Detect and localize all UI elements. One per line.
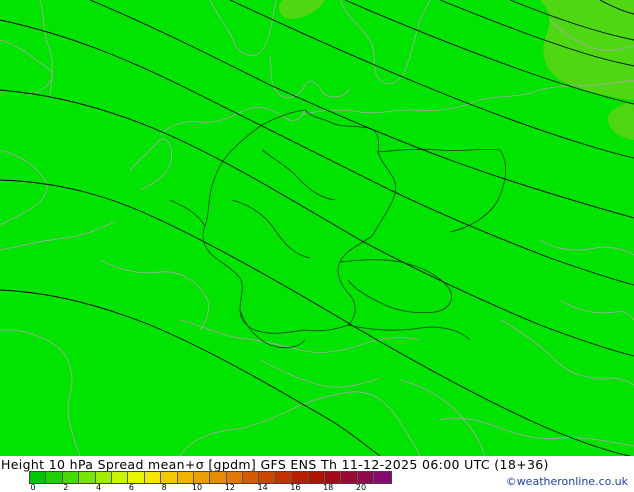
colorbar-swatch bbox=[292, 472, 309, 483]
colorbar-swatch bbox=[79, 472, 96, 483]
colorbar-swatch bbox=[210, 472, 227, 483]
credit-link[interactable]: ©weatheronline.co.uk bbox=[506, 475, 628, 488]
colorbar-tick-label: 0 bbox=[30, 483, 36, 492]
colorbar-tick-label: 2 bbox=[63, 483, 69, 492]
colorbar-tick-label: 4 bbox=[96, 483, 102, 492]
colorbar-swatch bbox=[243, 472, 260, 483]
colorbar-swatch bbox=[46, 472, 63, 483]
colorbar-swatch bbox=[341, 472, 358, 483]
colorbar-swatch bbox=[275, 472, 293, 483]
colorbar-swatch bbox=[111, 472, 129, 483]
legend-footer: Height 10 hPa Spread mean+σ [gpdm] GFS E… bbox=[0, 456, 634, 492]
colorbar-tick-label: 18 bbox=[323, 483, 334, 492]
colorbar-tick-label: 14 bbox=[257, 483, 268, 492]
colorbar-swatch bbox=[30, 472, 47, 483]
colorbar-tick-label: 12 bbox=[224, 483, 235, 492]
colorbar-swatch bbox=[62, 472, 80, 483]
colorbar-tick-label: 8 bbox=[161, 483, 167, 492]
colorbar-swatch bbox=[308, 472, 326, 483]
colorbar-tick-label: 10 bbox=[191, 483, 203, 492]
colorbar-swatch bbox=[95, 472, 112, 483]
colorbar-swatch bbox=[193, 472, 211, 483]
colorbar-swatch bbox=[259, 472, 276, 483]
colorbar-swatch bbox=[357, 472, 375, 483]
colorbar-swatch bbox=[226, 472, 244, 483]
map-panel bbox=[0, 0, 634, 456]
colorbar-swatch bbox=[128, 472, 145, 483]
colorbar-tick-label: 20 bbox=[355, 483, 367, 492]
colorbar-swatch bbox=[325, 472, 342, 483]
colorbar-swatch bbox=[144, 472, 162, 483]
colorbar bbox=[29, 471, 392, 484]
colorbar-tick-label: 16 bbox=[290, 483, 301, 492]
colorbar-tick-label: 6 bbox=[128, 483, 134, 492]
colorbar-swatch bbox=[161, 472, 178, 483]
spread-field-background bbox=[0, 0, 634, 456]
map-title: Height 10 hPa Spread mean+σ [gpdm] GFS E… bbox=[1, 457, 549, 472]
colorbar-swatch bbox=[177, 472, 194, 483]
colorbar-swatch bbox=[374, 472, 391, 483]
